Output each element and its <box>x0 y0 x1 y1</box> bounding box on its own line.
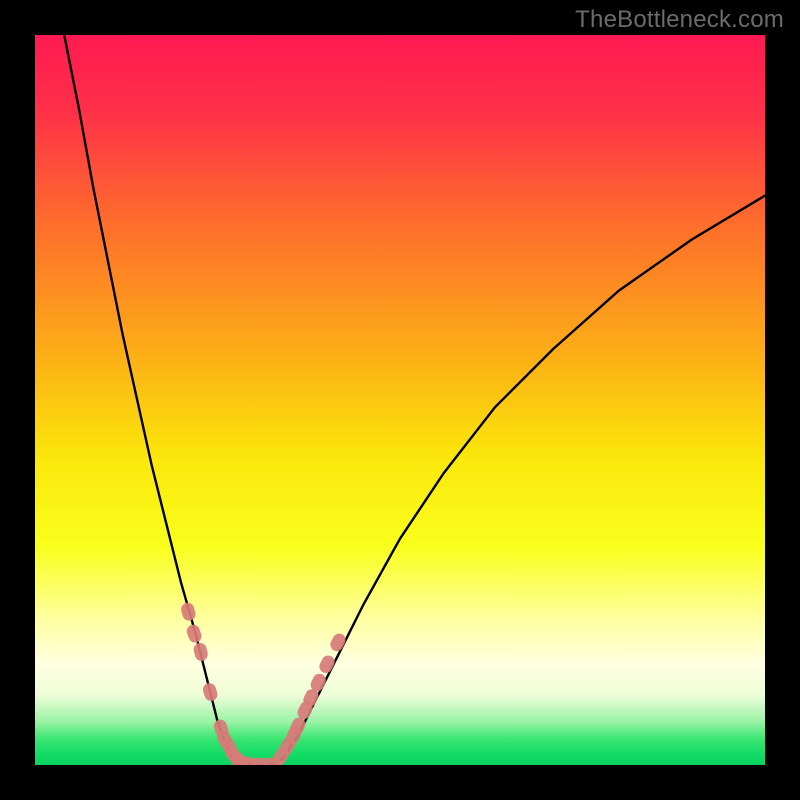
plot-area <box>35 35 765 765</box>
curves-layer <box>35 35 765 765</box>
watermark-text: TheBottleneck.com <box>575 6 784 34</box>
chart-canvas: TheBottleneck.com <box>0 0 800 800</box>
bottleneck-curve <box>64 35 765 765</box>
curve-markers <box>180 601 348 765</box>
